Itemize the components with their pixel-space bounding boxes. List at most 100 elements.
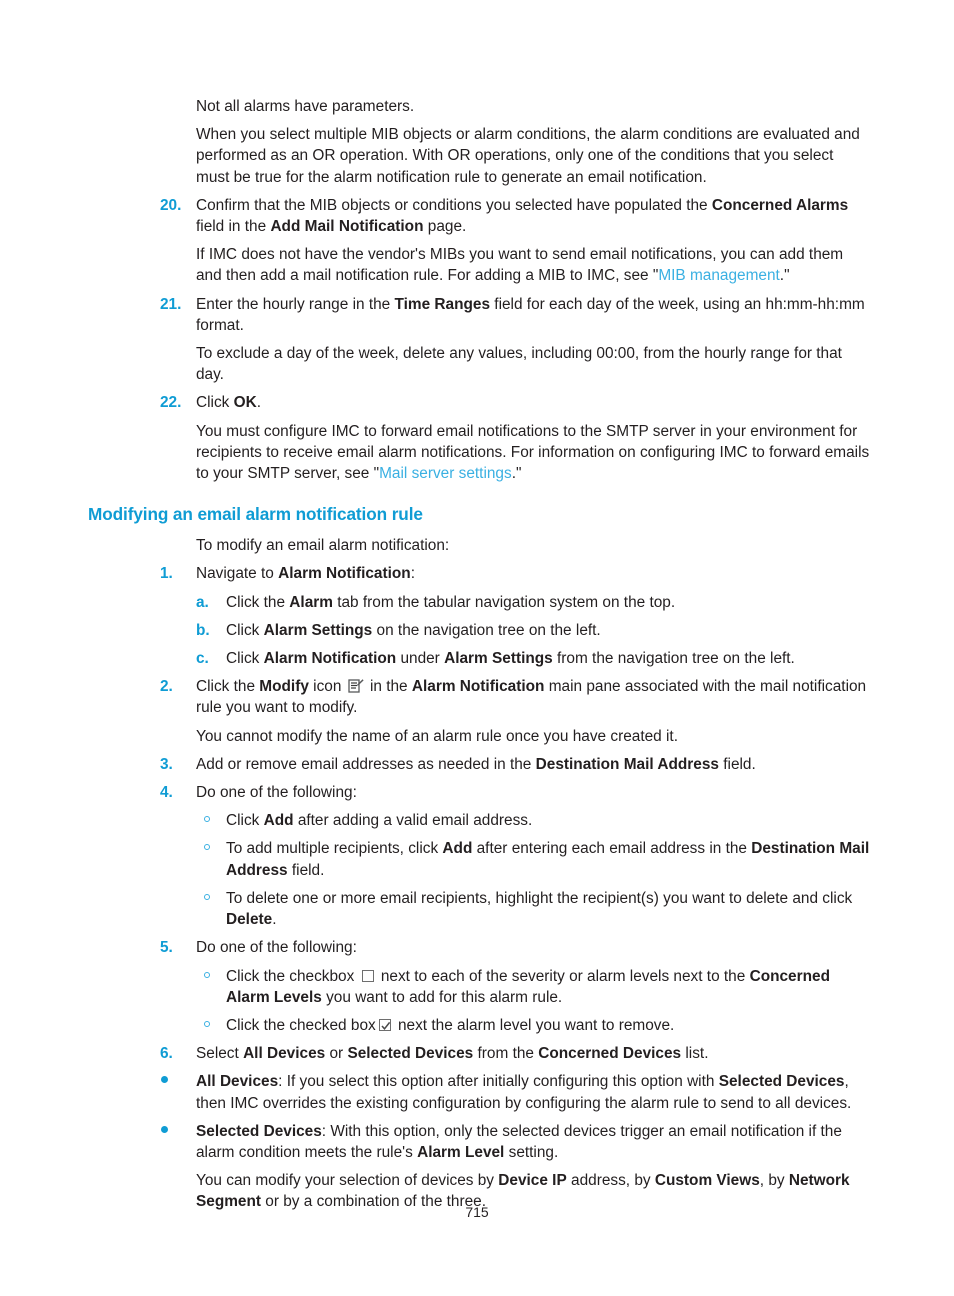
step-1b-marker: b. [196,621,210,639]
step-4-bullet-2-text-1: To add multiple recipients, click [226,840,443,858]
note-mib-vendor: If IMC does not have the vendor's MIBs y… [196,244,870,286]
step-6-text-1: Select [196,1045,244,1063]
step-5-bullet-1: Click the checkbox next to each of the s… [196,966,870,1008]
step-1a-text-1: Click the [226,593,290,611]
step-6-bold-all-devices: All Devices [243,1045,326,1063]
link-mail-server-settings[interactable]: Mail server settings [379,465,512,482]
step-5-bullet-2-text: Click the checked box next the alarm lev… [226,1015,870,1036]
step-6-text-2: or [325,1045,348,1063]
modify-icon [348,678,364,694]
step-5-marker: 5. [160,939,173,957]
circle-bullet-icon [196,1015,226,1036]
step-22-text-2: . [256,394,261,412]
step-1-marker: 1. [160,565,173,583]
note-exclude-day: To exclude a day of the week, delete any… [196,345,842,384]
note-cannot-modify-name: You cannot modify the name of an alarm r… [196,727,678,745]
bullet-all-devices-text-1: : If you select this option after initia… [278,1073,719,1091]
step-4-bullet-1-text: Click Add after adding a valid email add… [226,810,870,831]
note-modify-selection-bold-custom-views: Custom Views [654,1172,760,1190]
step-3-marker: 3. [160,755,173,773]
step-22: 22. Click OK. [160,392,870,413]
step-21-bold-time-ranges: Time Ranges [394,295,491,313]
step-6-text: Select All Devices or Selected Devices f… [196,1043,870,1064]
page-content: Not all alarms have parameters. When you… [88,96,870,1220]
step-3-text: Add or remove email addresses as needed … [196,754,870,775]
step-1a-text-2: tab from the tabular navigation system o… [332,593,676,611]
step-1-text-1: Navigate to [196,565,279,583]
step-4-bullet-1-bold-add: Add [263,812,294,830]
note-smtp: You must configure IMC to forward email … [196,421,870,485]
step-6-marker: 6. [160,1045,173,1063]
step-5-text: Do one of the following: [196,939,357,957]
step-4-bullet-3-bold-delete: Delete [226,911,273,929]
step-1a-marker: a. [196,593,209,611]
bullet-selected-devices-text-2: setting. [504,1143,559,1161]
step-4-bullet-2-bold-add: Add [442,840,473,858]
bullet-all-devices-bold-1: All Devices [196,1073,279,1091]
step-4-bullet-2-text-3: field. [287,861,325,879]
step-2-text-2: icon [308,678,346,696]
bullet-all-devices-bold-2: Selected Devices [718,1073,845,1091]
document-page: Not all alarms have parameters. When you… [0,0,954,1296]
step-22-bold-ok: OK [233,394,257,412]
step-5-bullet-1-text-1: Click the checkbox [226,967,359,985]
step-20-text-1: Confirm that the MIB objects or conditio… [196,196,712,214]
note-or-operation: When you select multiple MIB objects or … [196,126,860,186]
step-1-bold-alarm-notification: Alarm Notification [278,565,411,583]
bullet-selected-devices-text: Selected Devices: With this option, only… [196,1121,870,1163]
step-6-bold-concerned-devices: Concerned Devices [538,1045,682,1063]
step-4-bullet-3-text-2: . [272,911,277,929]
step-4-bullet-3: To delete one or more email recipients, … [196,888,870,930]
circle-bullet-icon [196,838,226,859]
step-1: 1. Navigate to Alarm Notification: [160,563,870,584]
step-2-bold-alarm-notification: Alarm Notification [411,678,545,696]
note-modify-selection-text-3: , by [759,1172,789,1190]
step-5-bullet-1-text: Click the checkbox next to each of the s… [226,966,870,1008]
step-4: 4. Do one of the following: [160,782,870,803]
step-4-bullet-2-text-2: after entering each email address in the [472,840,752,858]
step-2-text-1: Click the [196,678,260,696]
circle-bullet-icon [196,810,226,831]
step-1b-text: Click Alarm Settings on the navigation t… [226,620,870,641]
bullet-selected-devices-bold-2: Alarm Level [417,1143,505,1161]
step-1b-bold-alarm-settings: Alarm Settings [263,621,373,639]
step-2-bold-modify: Modify [259,678,309,696]
step-3-text-1: Add or remove email addresses as needed … [196,755,536,773]
note-smtp-text-2: ." [511,465,522,483]
bullet-all-devices-text: All Devices: If you select this option a… [196,1071,870,1113]
step-6-bold-selected-devices: Selected Devices [347,1045,474,1063]
step-20-text-2: field in the [196,218,271,236]
step-5-bullet-1-text-2: next to each of the severity or alarm le… [376,967,750,985]
note-not-all-alarms: Not all alarms have parameters. [196,98,415,115]
step-1c-bold-alarm-notification: Alarm Notification [263,650,397,668]
step-4-bullet-1-text-1: Click [226,812,264,830]
step-5-bullet-2-text-2: next the alarm level you want to remove. [393,1016,675,1034]
bullet-selected-devices-bold-1: Selected Devices [196,1122,322,1140]
step-1c-text-3: from the navigation tree on the left. [552,650,795,668]
step-1a-text: Click the Alarm tab from the tabular nav… [226,592,870,613]
step-1c: c. Click Alarm Notification under Alarm … [196,648,870,669]
step-2-text: Click the Modify icon in the Alarm Notif… [196,676,870,718]
step-5-bullet-2-text-1: Click the checked box [226,1016,376,1034]
step-1a: a. Click the Alarm tab from the tabular … [196,592,870,613]
step-20-bold-add-mail-notification: Add Mail Notification [270,218,424,236]
link-mib-management[interactable]: MIB management [658,267,779,284]
round-bullet-icon [160,1071,196,1092]
step-1b-text-1: Click [226,621,264,639]
intro-modify: To modify an email alarm notification: [196,537,450,555]
step-1a-bold-alarm: Alarm [289,593,333,611]
step-20-text: Confirm that the MIB objects or conditio… [196,195,870,237]
bullet-all-devices: All Devices: If you select this option a… [160,1071,870,1113]
step-20-text-3: page. [423,218,467,236]
step-21-text: Enter the hourly range in the Time Range… [196,294,870,336]
round-bullet-icon [160,1121,196,1142]
step-4-bullet-2-text: To add multiple recipients, click Add af… [226,838,870,880]
step-22-text: Click OK. [196,392,870,413]
circle-bullet-icon [196,888,226,909]
section-heading-modifying-rule: Modifying an email alarm notification ru… [88,504,423,525]
step-20-bold-concerned-alarms: Concerned Alarms [711,196,849,214]
step-3: 3. Add or remove email addresses as need… [160,754,870,775]
note-modify-selection-bold-device-ip: Device IP [498,1172,567,1190]
step-1c-bold-alarm-settings: Alarm Settings [444,650,553,668]
bullet-selected-devices: Selected Devices: With this option, only… [160,1121,870,1163]
